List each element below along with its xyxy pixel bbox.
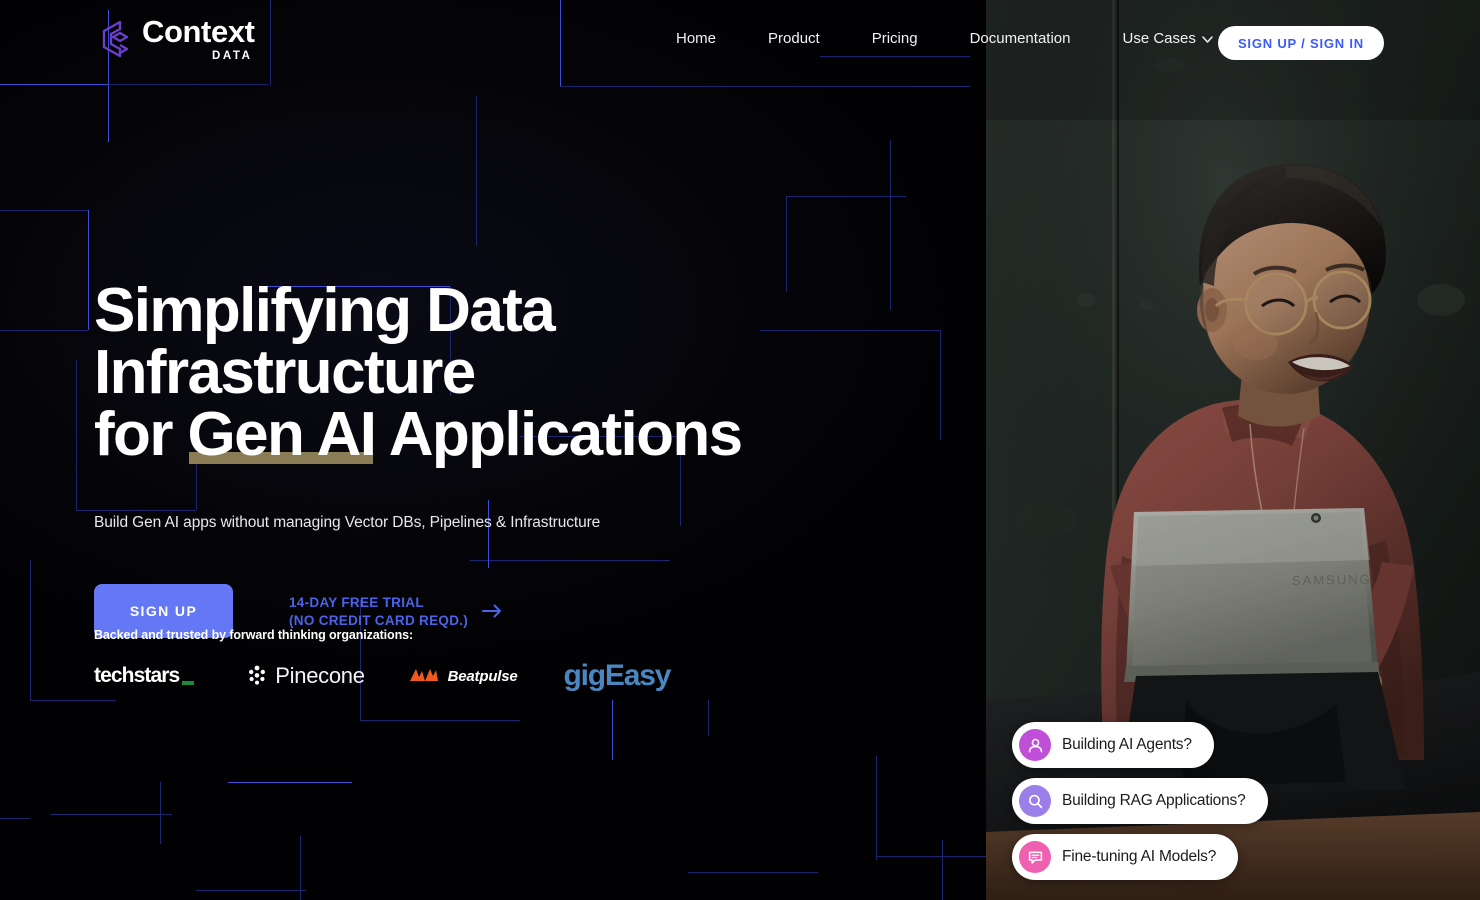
beatpulse-logo[interactable]: Beatpulse xyxy=(409,658,518,694)
chip-label: Fine-tuning AI Models? xyxy=(1062,848,1217,865)
hero-section: Simplifying Data Infrastructure for Gen … xyxy=(94,280,854,638)
chip-label: Building RAG Applications? xyxy=(1062,792,1246,809)
brand-text: Context DATA xyxy=(142,16,255,63)
trial-line-1: 14-DAY FREE TRIAL xyxy=(289,594,424,610)
main-navigation: Home Product Pricing Documentation Use C… xyxy=(660,30,1239,47)
nav-item-documentation[interactable]: Documentation xyxy=(944,30,1097,47)
pinecone-mark-icon xyxy=(249,665,266,685)
arrow-right-icon xyxy=(482,604,502,618)
gigeasy-logo[interactable]: gigEasy xyxy=(563,658,672,694)
free-trial-link[interactable]: 14-DAY FREE TRIAL (NO CREDIT CARD REQD.) xyxy=(289,595,502,628)
nav-item-home[interactable]: Home xyxy=(660,30,742,47)
user-icon xyxy=(1019,729,1051,761)
chip-label: Building AI Agents? xyxy=(1062,736,1192,753)
search-icon xyxy=(1019,785,1051,817)
headline-line-1: Simplifying Data Infrastructure xyxy=(94,276,556,407)
chip-building-rag-applications[interactable]: Building RAG Applications? xyxy=(1012,778,1268,824)
backer-logos: techstars Pinecone Beatpulse gigEasy xyxy=(94,658,672,694)
chip-fine-tuning-ai-models[interactable]: Fine-tuning AI Models? xyxy=(1012,834,1239,880)
brand-logo[interactable]: Context DATA xyxy=(96,16,255,63)
page-title: Simplifying Data Infrastructure for Gen … xyxy=(94,280,854,466)
nav-label: Home xyxy=(676,30,717,47)
headline-prefix: for xyxy=(94,400,188,469)
brand-subtitle: DATA xyxy=(211,50,253,62)
techstars-wordmark: techstars xyxy=(94,664,180,687)
techstars-logo[interactable]: techstars xyxy=(94,658,195,694)
headline-highlight: Gen AI xyxy=(187,400,377,469)
headline-line-2: for Gen AI Applications xyxy=(94,404,854,466)
techstars-underscore-icon xyxy=(182,681,195,685)
pinecone-wordmark: Pinecone xyxy=(275,663,365,688)
backers-label: Backed and trusted by forward thinking o… xyxy=(94,628,414,642)
beatpulse-mark-icon xyxy=(409,669,438,681)
landing-page: SAMSUNG Context DATA Home Product Pricin… xyxy=(0,0,1480,900)
signup-signin-button[interactable]: SIGN UP / SIGN IN xyxy=(1217,26,1384,60)
chip-building-ai-agents[interactable]: Building AI Agents? xyxy=(1012,722,1214,768)
nav-label: Use Cases xyxy=(1122,30,1196,47)
nav-item-pricing[interactable]: Pricing xyxy=(846,30,944,47)
nav-label: Product xyxy=(768,30,820,47)
brand-name: Context xyxy=(142,14,255,49)
context-c-logo-icon xyxy=(102,21,129,58)
nav-item-product[interactable]: Product xyxy=(742,30,846,47)
beatpulse-wordmark: Beatpulse xyxy=(447,667,518,685)
backers-section: Backed and trusted by forward thinking o… xyxy=(94,628,672,694)
nav-label: Documentation xyxy=(969,30,1071,47)
chevron-down-icon xyxy=(1202,36,1213,43)
site-header: Context DATA Home Product Pricing Docume… xyxy=(0,0,1480,86)
pinecone-logo[interactable]: Pinecone xyxy=(246,658,365,694)
chat-bubble-icon xyxy=(1019,841,1051,873)
use-case-chips: Building AI Agents? Building RAG Applica… xyxy=(1012,722,1268,880)
trial-line-2: (NO CREDIT CARD REQD.) xyxy=(289,612,469,628)
hero-subheadline: Build Gen AI apps without managing Vecto… xyxy=(94,514,601,531)
gigeasy-wordmark: gigEasy xyxy=(563,659,672,692)
headline-suffix: Applications xyxy=(375,400,743,469)
free-trial-text: 14-DAY FREE TRIAL (NO CREDIT CARD REQD.) xyxy=(289,595,468,628)
nav-label: Pricing xyxy=(871,30,918,47)
